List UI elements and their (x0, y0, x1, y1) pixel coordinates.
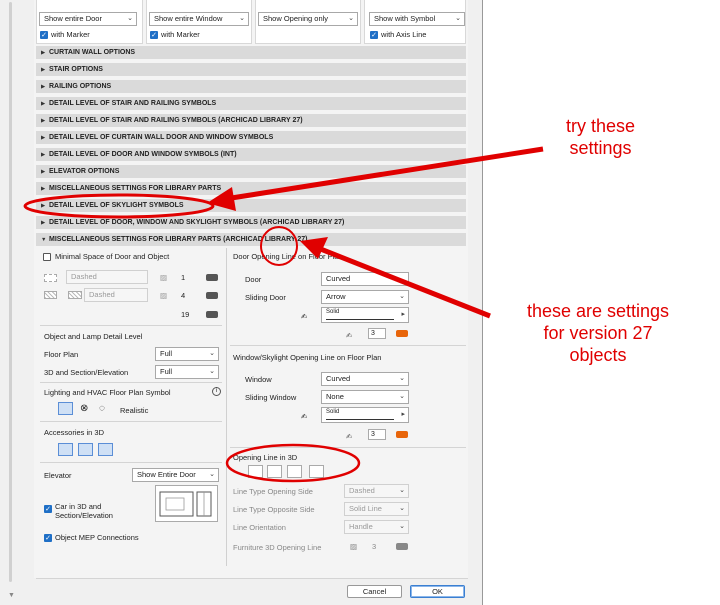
version-highlight-ellipse (260, 226, 298, 266)
arrow-line-1 (224, 146, 544, 202)
skylight-highlight-ellipse (23, 193, 215, 219)
annotation-try-settings: try these settings (565, 116, 636, 158)
arrow-line-2 (317, 245, 491, 319)
opening-3d-highlight-ellipse (225, 443, 361, 483)
annotation-version-27: these are settings for version 27 object… (526, 301, 670, 365)
